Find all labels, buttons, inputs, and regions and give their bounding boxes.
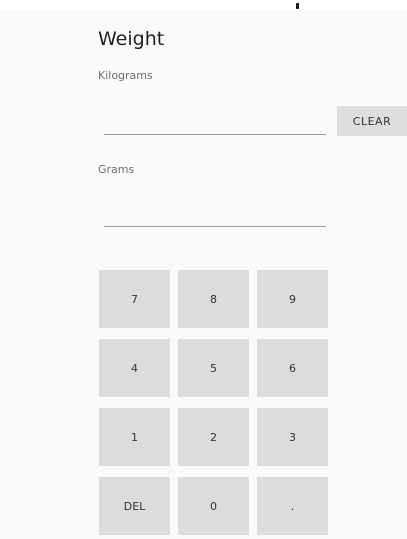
key-6-button[interactable]: 6 xyxy=(257,339,328,397)
status-indicator-icon xyxy=(296,3,299,9)
key-4-button[interactable]: 4 xyxy=(99,339,170,397)
status-bar xyxy=(0,0,407,10)
kilograms-input[interactable] xyxy=(104,112,326,135)
kilograms-label: Kilograms xyxy=(98,69,153,82)
key-2-button[interactable]: 2 xyxy=(178,408,249,466)
keypad: 7 8 9 4 5 6 1 2 3 DEL 0 . xyxy=(99,270,328,536)
grams-input[interactable] xyxy=(104,204,326,227)
key-8-button[interactable]: 8 xyxy=(178,270,249,328)
clear-button[interactable]: CLEAR xyxy=(337,106,407,136)
key-1-button[interactable]: 1 xyxy=(99,408,170,466)
key-7-button[interactable]: 7 xyxy=(99,270,170,328)
key-3-button[interactable]: 3 xyxy=(257,408,328,466)
key-9-button[interactable]: 9 xyxy=(257,270,328,328)
decimal-point-button[interactable]: . xyxy=(257,477,328,535)
page-title: Weight xyxy=(98,28,165,50)
key-0-button[interactable]: 0 xyxy=(178,477,249,535)
grams-label: Grams xyxy=(98,163,135,176)
delete-button[interactable]: DEL xyxy=(99,477,170,535)
key-5-button[interactable]: 5 xyxy=(178,339,249,397)
